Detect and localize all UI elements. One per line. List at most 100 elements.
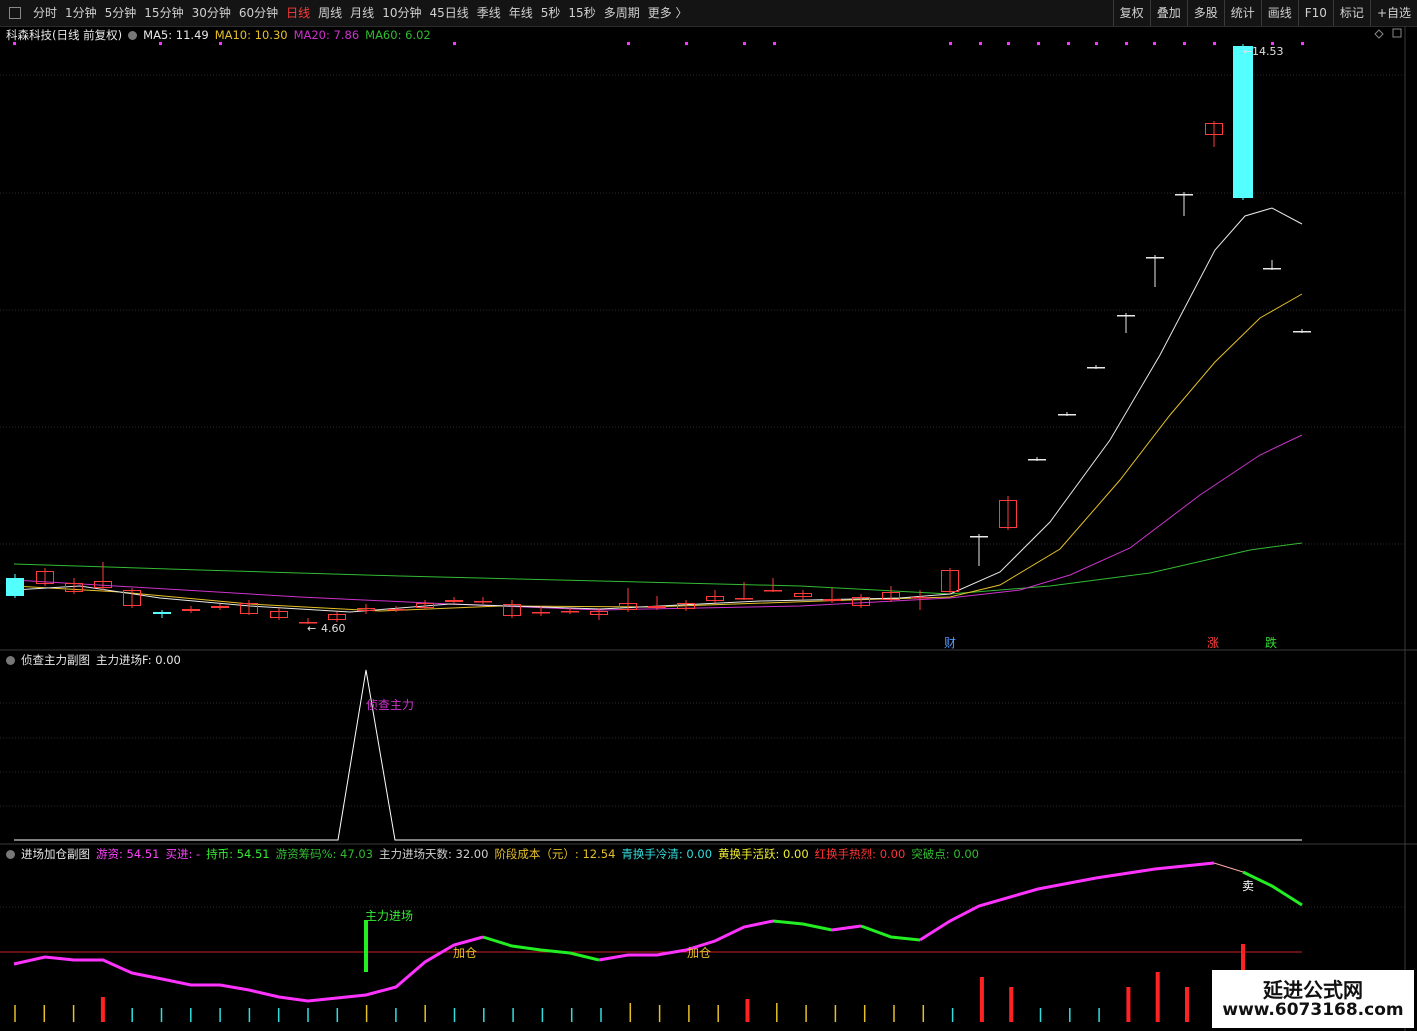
watermark-title: 延进公式网 [1263,978,1363,1002]
turnover-bar-36 [1069,1008,1071,1022]
turnover-bar-17 [512,1008,514,1022]
period-tab-10[interactable]: 45日线 [425,0,472,26]
turnover-bar-8 [248,1008,251,1022]
period-tab-13[interactable]: 5秒 [537,0,565,26]
settings-circle-icon[interactable] [128,30,138,40]
candlesticks [6,44,1311,624]
sub2-seg-2 [598,919,774,962]
marker-zhang: 涨 [1207,635,1219,650]
candle-body-14 [416,603,434,608]
candle-body-11 [328,614,346,620]
ma-label-0: MA5: 11.49 [143,28,209,42]
period-tab-4[interactable]: 30分钟 [188,0,235,26]
turnover-bar-33 [979,977,984,1022]
turnover-bar-37 [1098,1008,1100,1022]
candle-body-25 [735,598,753,600]
turnover-bar-11 [336,1008,339,1022]
menu-square-icon[interactable] [9,7,21,19]
candle-body-7 [211,606,229,608]
tool-button-5[interactable]: F10 [1297,0,1333,26]
candle-body-33 [970,536,988,538]
sub2-label-9: 突破点: 0.00 [911,847,979,861]
turnover-bars [14,972,1276,1022]
sub2-toggle-icon[interactable] [6,849,15,859]
sub1-header: 侦查主力副图 主力进场F: 0.00 [6,652,187,668]
sub2-legend: 游资: 54.51 买进: - 持币: 54.51 游资筹码%: 47.03 主力进场天… [96,846,985,862]
sub2-header: 进场加仓副图 游资: 54.51 买进: - 持币: 54.51 游资筹码%: 47.… [6,846,991,862]
low-arrow: ← [307,622,316,635]
watermark-url: www.6073168.com [1222,1000,1404,1020]
candle-body-20 [590,611,608,615]
marker-die: 跌 [1265,635,1277,650]
ma-label-1: MA10: 10.30 [214,28,288,42]
period-tab-0[interactable]: 分时 [29,0,61,26]
candle-body-0 [6,578,24,596]
turnover-bar-3 [100,997,105,1022]
candle-body-30 [882,592,900,600]
period-tab-15[interactable]: 多周期 [600,0,644,26]
tool-button-2[interactable]: 多股 [1186,0,1224,26]
period-tab-2[interactable]: 5分钟 [101,0,141,26]
candle-body-37 [1087,367,1105,369]
candle-body-1 [36,571,54,584]
kline-chart[interactable]: 14.53 ← ← 4.60 财 涨 跌 侦查主力 主力进场 加仓 加仓 卖 [0,0,1417,1031]
period-tab-1[interactable]: 1分钟 [61,0,101,26]
top-dot-11 [1037,42,1040,45]
turnover-bar-34 [1009,987,1014,1022]
ma10-line [13,293,1303,612]
period-tab-16[interactable]: 更多 〉 [644,0,692,26]
sub2-seg-1 [482,935,600,962]
candle-body-35 [1028,459,1046,461]
turnover-bar-4 [131,1008,133,1022]
candle-body-2 [65,583,83,592]
turnover-bar-18 [541,1008,544,1022]
top-dot-10 [1007,42,1010,45]
turnover-bar-10 [307,1008,309,1022]
sub2-seg-3 [772,919,833,932]
period-tab-6[interactable]: 日线 [282,0,314,26]
period-tab-14[interactable]: 15秒 [564,0,599,26]
tool-button-6[interactable]: 标记 [1332,0,1370,26]
turnover-bar-28 [834,1005,837,1022]
ma5-line [13,207,1303,613]
top-dot-8 [949,42,952,45]
ma-label-2: MA20: 7.86 [293,28,360,42]
period-tab-9[interactable]: 10分钟 [378,0,425,26]
candle-body-23 [677,603,695,609]
candle-body-28 [823,599,841,601]
period-tab-7[interactable]: 周线 [314,0,346,26]
period-tab-8[interactable]: 月线 [346,0,378,26]
period-tab-3[interactable]: 15分钟 [140,0,187,26]
panel-borders [0,27,1417,1031]
turnover-bar-0 [14,1005,16,1022]
candle-body-13 [387,609,405,611]
candle-body-24 [706,596,724,601]
period-toolbar: 分时 1分钟 5分钟 15分钟 30分钟 60分钟 日线 周线 月线 10分钟 45日线 季线 年线 5秒… [0,0,1417,27]
tool-button-0[interactable]: 复权 [1112,0,1150,26]
top-dot-5 [685,42,688,45]
tool-button-3[interactable]: 统计 [1223,0,1261,26]
candle-body-26 [764,590,782,592]
tool-button-4[interactable]: 画线 [1260,0,1298,26]
candle-body-17 [503,604,521,616]
top-dot-16 [1183,42,1186,45]
candle-body-34 [999,500,1017,528]
tool-button-1[interactable]: 叠加 [1149,0,1187,26]
tool-buttons: 复权 叠加 多股 统计 画线 F10 标记 +自选 [1112,0,1417,26]
tool-button-7[interactable]: +自选 [1369,0,1417,26]
period-tab-5[interactable]: 60分钟 [235,0,282,26]
turnover-bar-21 [629,1003,632,1022]
main-chart-header: 科森科技(日线 前复权) MA5: 11.49 MA10: 10.30 MA20: … [6,27,443,43]
candle-body-31 [911,597,929,599]
period-tab-11[interactable]: 季线 [473,0,505,26]
turnover-bar-16 [483,1008,485,1022]
turnover-bar-32 [951,1008,954,1022]
candle-body-19 [561,611,579,613]
candle-body-10 [299,622,317,624]
candle-body-18 [532,612,550,614]
sub2-seg-7 [1213,862,1244,873]
sub1-toggle-icon[interactable] [6,655,15,665]
candle-body-3 [94,581,112,588]
period-tab-12[interactable]: 年线 [505,0,537,26]
sub1-value: 主力进场F: 0.00 [96,653,181,667]
